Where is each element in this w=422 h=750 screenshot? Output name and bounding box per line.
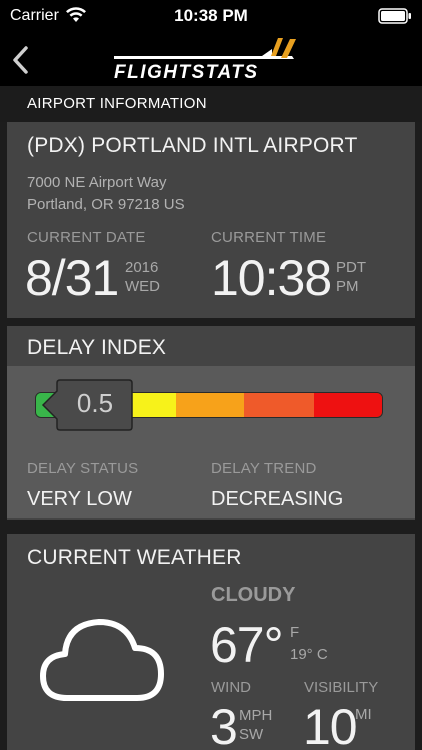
delay-status-value: VERY LOW — [27, 488, 132, 510]
current-date-label: CURRENT DATE — [27, 229, 146, 246]
current-weather-title: CURRENT WEATHER — [27, 546, 242, 569]
weather-condition: CLOUDY — [211, 584, 296, 606]
delay-index-title: DELAY INDEX — [27, 336, 167, 359]
status-time: 10:38 PM — [174, 6, 248, 25]
current-time: 10:38 — [211, 250, 332, 306]
status-bar: Carrier 10:38 PM — [0, 0, 422, 34]
delay-trend-label: DELAY TREND — [211, 460, 317, 477]
wind-speed: 3 — [210, 699, 238, 750]
flightstats-logo: FLIGHTSTATS — [114, 38, 296, 82]
delay-inner-panel: 0.5 DELAY STATUS VERY LOW DELAY TREND DE… — [7, 366, 415, 518]
section-header: AIRPORT INFORMATION — [0, 86, 422, 122]
wind-details: MPH SW — [239, 706, 272, 744]
cloud-icon — [40, 619, 164, 701]
wind-unit: MPH — [239, 707, 273, 724]
delay-segment-high — [244, 393, 314, 417]
delay-segment-excessive — [314, 393, 382, 417]
nav-bar: FLIGHTSTATS — [0, 34, 422, 86]
delay-segment-moderate — [176, 393, 244, 417]
address-line-1: 7000 NE Airport Way — [27, 174, 167, 191]
weather-card: CURRENT WEATHER CLOUDY 67° F 19° C WIND … — [7, 534, 415, 750]
visibility-value: 10 — [303, 699, 358, 750]
back-button[interactable] — [6, 38, 42, 82]
airport-card: (PDX) PORTLAND INTL AIRPORT 7000 NE Airp… — [7, 122, 415, 318]
year-text: 2016 — [125, 259, 159, 276]
timezone-text: PDT — [336, 259, 366, 276]
date-details: 2016 WED — [125, 258, 160, 296]
delay-status-label: DELAY STATUS — [27, 460, 139, 477]
delay-card: DELAY INDEX 0.5 DELAY STATUS VERY LOW DE… — [7, 326, 415, 520]
delay-trend-value: DECREASING — [211, 488, 344, 510]
visibility-unit: MI — [355, 706, 372, 723]
ampm-text: PM — [336, 278, 359, 295]
current-date: 8/31 — [25, 250, 119, 306]
battery-icon — [378, 8, 411, 24]
current-time-label: CURRENT TIME — [211, 229, 327, 246]
weekday-text: WED — [125, 278, 160, 295]
section-title: AIRPORT INFORMATION — [27, 95, 207, 112]
time-details: PDT PM — [336, 258, 366, 296]
delay-index-value: 0.5 — [76, 388, 114, 418]
temperature-c: 19° C — [290, 646, 328, 663]
wind-label: WIND — [211, 679, 251, 696]
temperature-unit: F — [290, 624, 300, 641]
logo-text: FLIGHTSTATS — [114, 62, 259, 82]
airport-name: (PDX) PORTLAND INTL AIRPORT — [27, 134, 358, 157]
visibility-label: VISIBILITY — [304, 679, 379, 696]
address-line-2: Portland, OR 97218 US — [27, 196, 185, 213]
temperature-f: 67° — [210, 617, 284, 673]
wind-direction: SW — [239, 726, 264, 743]
